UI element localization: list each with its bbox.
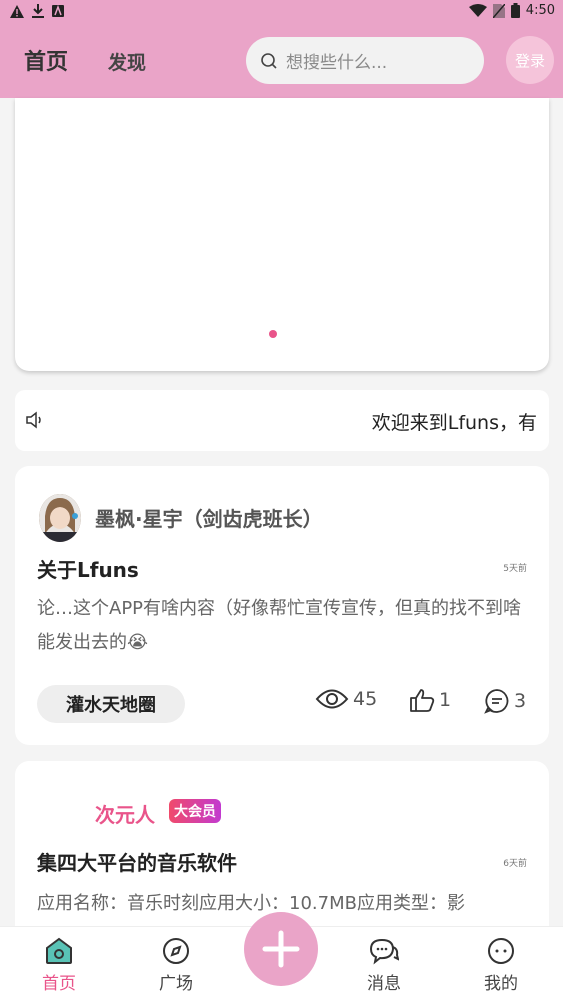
search-input[interactable]: 想搜些什么... <box>246 37 484 84</box>
thumbs-up-icon <box>410 689 435 712</box>
like-button[interactable]: 1 <box>409 688 451 712</box>
profile-icon <box>488 938 514 964</box>
post-title[interactable]: 关于Lfuns <box>37 554 139 583</box>
nav-square-label: 广场 <box>159 974 193 994</box>
carousel-indicator <box>269 330 277 338</box>
wifi-icon <box>468 4 487 17</box>
status-time: 4:50 <box>525 3 555 18</box>
no-sim-icon <box>492 3 505 18</box>
download-icon <box>32 4 44 18</box>
notice-text: 欢迎来到Lfuns，有 <box>371 412 537 434</box>
search-placeholder: 想搜些什么... <box>286 53 388 73</box>
chat-icon <box>369 938 399 965</box>
comment-icon <box>484 689 509 714</box>
views-value: 45 <box>353 688 378 710</box>
avatar[interactable] <box>39 494 81 542</box>
post-title[interactable]: 集四大平台的音乐软件 <box>37 847 237 876</box>
eye-icon <box>315 689 349 709</box>
author-name[interactable]: 次元人 <box>95 799 155 828</box>
warning-icon <box>10 4 24 18</box>
banner-carousel[interactable] <box>15 98 549 371</box>
plus-icon <box>262 930 300 968</box>
nav-home[interactable]: 首页 <box>19 937 99 994</box>
nav-home-label: 首页 <box>42 974 76 994</box>
tab-home[interactable]: 首页 <box>24 44 68 76</box>
home-icon <box>46 937 72 964</box>
post-card[interactable]: 墨枫·星宇（剑齿虎班长） 关于Lfuns 5天前 论…这个APP有啥内容（好像帮… <box>15 466 549 745</box>
comment-button[interactable]: 3 <box>484 688 526 714</box>
author-name[interactable]: 墨枫·星宇（剑齿虎班长） <box>95 503 323 532</box>
nav-messages[interactable]: 消息 <box>344 937 424 994</box>
vip-badge: 大会员 <box>169 799 221 823</box>
views-count: 45 <box>315 688 377 710</box>
post-time: 6天前 <box>503 859 527 869</box>
notice-bar[interactable]: 欢迎来到Lfuns，有 <box>15 390 549 451</box>
post-body[interactable]: 论…这个APP有啥内容（好像帮忙宣传宣传，但真的找不到啥能发出去的😭 <box>37 592 527 660</box>
nav-me[interactable]: 我的 <box>461 937 541 994</box>
circle-tag[interactable]: 灌水天地圈 <box>37 685 185 723</box>
status-bar: 4:50 <box>0 0 563 24</box>
tab-discover[interactable]: 发现 <box>108 48 146 75</box>
top-bar: 4:50 首页 发现 想搜些什么... 登录 <box>0 0 563 98</box>
post-time: 5天前 <box>503 564 527 574</box>
battery-icon <box>510 3 520 18</box>
compass-icon <box>163 938 189 964</box>
a-icon <box>52 5 64 17</box>
login-button[interactable]: 登录 <box>506 36 554 84</box>
nav-me-label: 我的 <box>484 974 518 994</box>
create-post-button[interactable] <box>244 912 318 986</box>
nav-messages-label: 消息 <box>367 974 401 994</box>
nav-square[interactable]: 广场 <box>136 937 216 994</box>
likes-value: 1 <box>439 689 452 711</box>
comments-value: 3 <box>514 690 527 712</box>
speaker-icon <box>26 411 41 429</box>
search-icon <box>261 52 277 69</box>
